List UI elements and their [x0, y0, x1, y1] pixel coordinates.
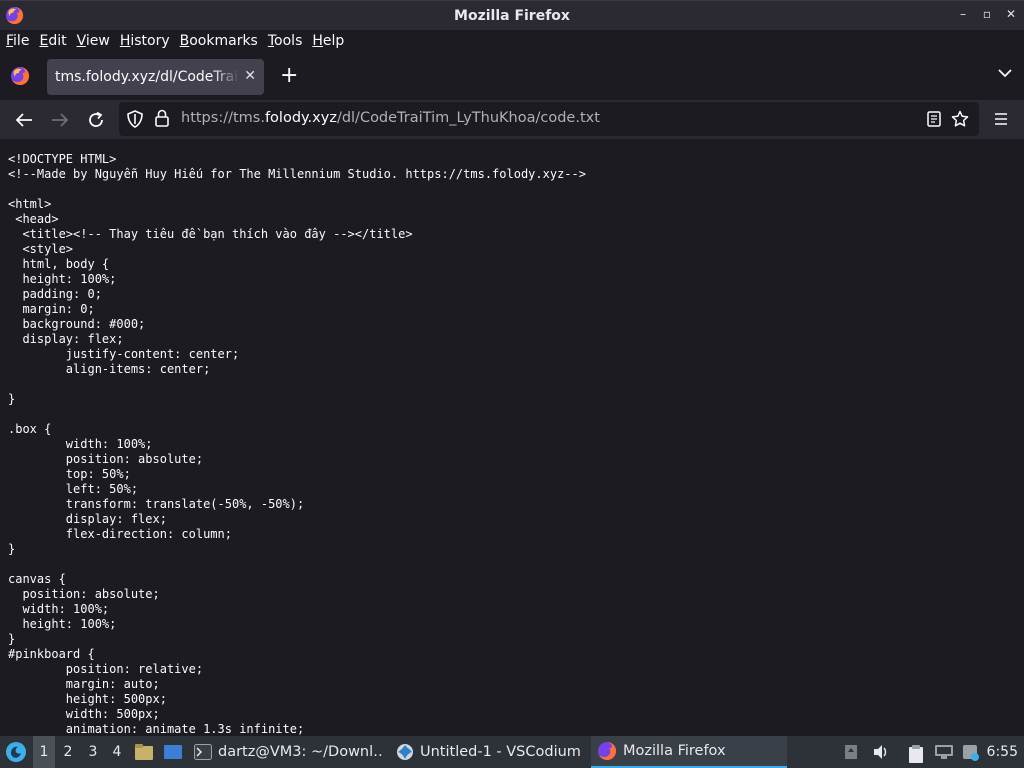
- menu-file[interactable]: File: [6, 33, 29, 49]
- url-path: /dl/CodeTraiTim_LyThuKhoa/code.txt: [336, 110, 600, 126]
- app-menu-icon[interactable]: [994, 112, 1008, 126]
- network-icon[interactable]: [934, 744, 954, 760]
- new-tab-button[interactable]: +: [280, 65, 298, 87]
- menu-history-rest: istory: [130, 33, 170, 49]
- menu-bookmarks-accel: B: [179, 33, 190, 49]
- terminal-icon: [194, 744, 212, 760]
- updates-icon[interactable]: [962, 744, 980, 762]
- tab-active[interactable]: tms.folody.xyz/dl/CodeTraiTim_LyThuKhoa/…: [47, 59, 264, 95]
- firefox-view-icon[interactable]: [10, 66, 30, 86]
- back-button[interactable]: [13, 109, 35, 131]
- code-text: <!DOCTYPE HTML> <!--Made by Nguyễn Huy H…: [8, 152, 586, 736]
- desktop-icon[interactable]: [163, 743, 183, 761]
- menu-history[interactable]: History: [120, 33, 170, 49]
- workspace-4[interactable]: 4: [106, 736, 128, 768]
- menu-view-accel: V: [76, 33, 86, 49]
- url-text[interactable]: https://tms.folody.xyz/dl/CodeTraiTim_Ly…: [181, 110, 600, 126]
- reload-button[interactable]: [85, 109, 107, 131]
- menu-view-rest: iew: [85, 33, 110, 49]
- clock: 6:55: [986, 744, 1018, 760]
- forward-button[interactable]: [49, 109, 71, 131]
- workspace-2[interactable]: 2: [57, 736, 79, 768]
- menu-file-rest: ile: [13, 33, 30, 49]
- url-domain: folody.xyz: [264, 110, 337, 126]
- back-arrow-icon: [15, 113, 32, 127]
- maximize-button[interactable]: ▫: [980, 7, 994, 21]
- task-terminal[interactable]: dartz@VM3: ~/Downl…: [194, 736, 384, 768]
- menu-help-accel: H: [312, 33, 323, 49]
- window-title: Mozilla Firefox: [454, 7, 570, 24]
- menu-history-accel: H: [119, 33, 131, 49]
- reload-icon: [89, 111, 103, 127]
- task-terminal-label: dartz@VM3: ~/Downl…: [218, 744, 384, 760]
- task-firefox[interactable]: Mozilla Firefox: [591, 736, 787, 768]
- task-vscodium[interactable]: Untitled-1 - VSCodium: [396, 736, 586, 768]
- menu-file-accel: F: [6, 33, 14, 49]
- forward-arrow-icon: [52, 113, 69, 127]
- clipboard-icon[interactable]: [907, 744, 925, 764]
- menu-edit-rest: dit: [48, 33, 67, 49]
- chevron-down-icon[interactable]: [998, 68, 1012, 78]
- file-manager-icon[interactable]: [134, 743, 154, 761]
- tab-title: tms.folody.xyz/dl/CodeTraiTim_LyThuKhoa/…: [55, 69, 240, 85]
- nav-bar: https://tms.folody.xyz/dl/CodeTraiTim_Ly…: [0, 100, 1024, 139]
- url-prefix: https://tms.: [181, 110, 265, 126]
- menu-view[interactable]: View: [77, 33, 110, 49]
- tab-bar: tms.folody.xyz/dl/CodeTraiTim_LyThuKhoa/…: [0, 52, 1024, 100]
- vscodium-icon: [397, 744, 413, 760]
- task-vscodium-label: Untitled-1 - VSCodium: [420, 744, 581, 760]
- taskbar: 1 2 3 4 dartz@VM3: ~/Downl… Untitled-1 -…: [0, 736, 1024, 768]
- volume-icon[interactable]: [872, 744, 890, 760]
- lock-icon[interactable]: [155, 109, 169, 127]
- menu-edit-accel: E: [39, 33, 49, 49]
- upload-icon[interactable]: [844, 744, 858, 760]
- address-bar[interactable]: https://tms.folody.xyz/dl/CodeTraiTim_Ly…: [119, 102, 979, 136]
- window-titlebar: Mozilla Firefox – ▫ ✕: [0, 0, 1024, 30]
- menu-tools-rest: ools: [274, 33, 303, 49]
- minimize-button[interactable]: –: [956, 7, 970, 21]
- task-firefox-label: Mozilla Firefox: [623, 743, 726, 759]
- start-menu-icon[interactable]: [5, 741, 27, 763]
- tracking-protection-shield-icon[interactable]: [127, 110, 143, 128]
- menu-bar: File Edit View History Bookmarks Tools H…: [0, 30, 1024, 52]
- reader-view-icon[interactable]: [927, 111, 941, 127]
- menu-tools[interactable]: Tools: [268, 33, 303, 49]
- menu-edit[interactable]: Edit: [39, 33, 66, 49]
- firefox-icon: [598, 741, 617, 760]
- menu-bookmarks[interactable]: Bookmarks: [180, 33, 258, 49]
- close-window-button[interactable]: ✕: [1004, 7, 1018, 21]
- bookmark-star-icon[interactable]: [951, 110, 969, 128]
- page-content: <!DOCTYPE HTML> <!--Made by Nguyễn Huy H…: [0, 139, 1024, 736]
- menu-help-rest: elp: [322, 33, 345, 49]
- menu-help[interactable]: Help: [312, 33, 344, 49]
- window-controls: – ▫ ✕: [956, 7, 1018, 21]
- workspace-3[interactable]: 3: [82, 736, 104, 768]
- firefox-icon: [5, 6, 24, 25]
- workspace-1[interactable]: 1: [33, 736, 55, 768]
- menu-bookmarks-rest: ookmarks: [189, 33, 258, 49]
- tab-close-icon[interactable]: ✕: [244, 68, 256, 84]
